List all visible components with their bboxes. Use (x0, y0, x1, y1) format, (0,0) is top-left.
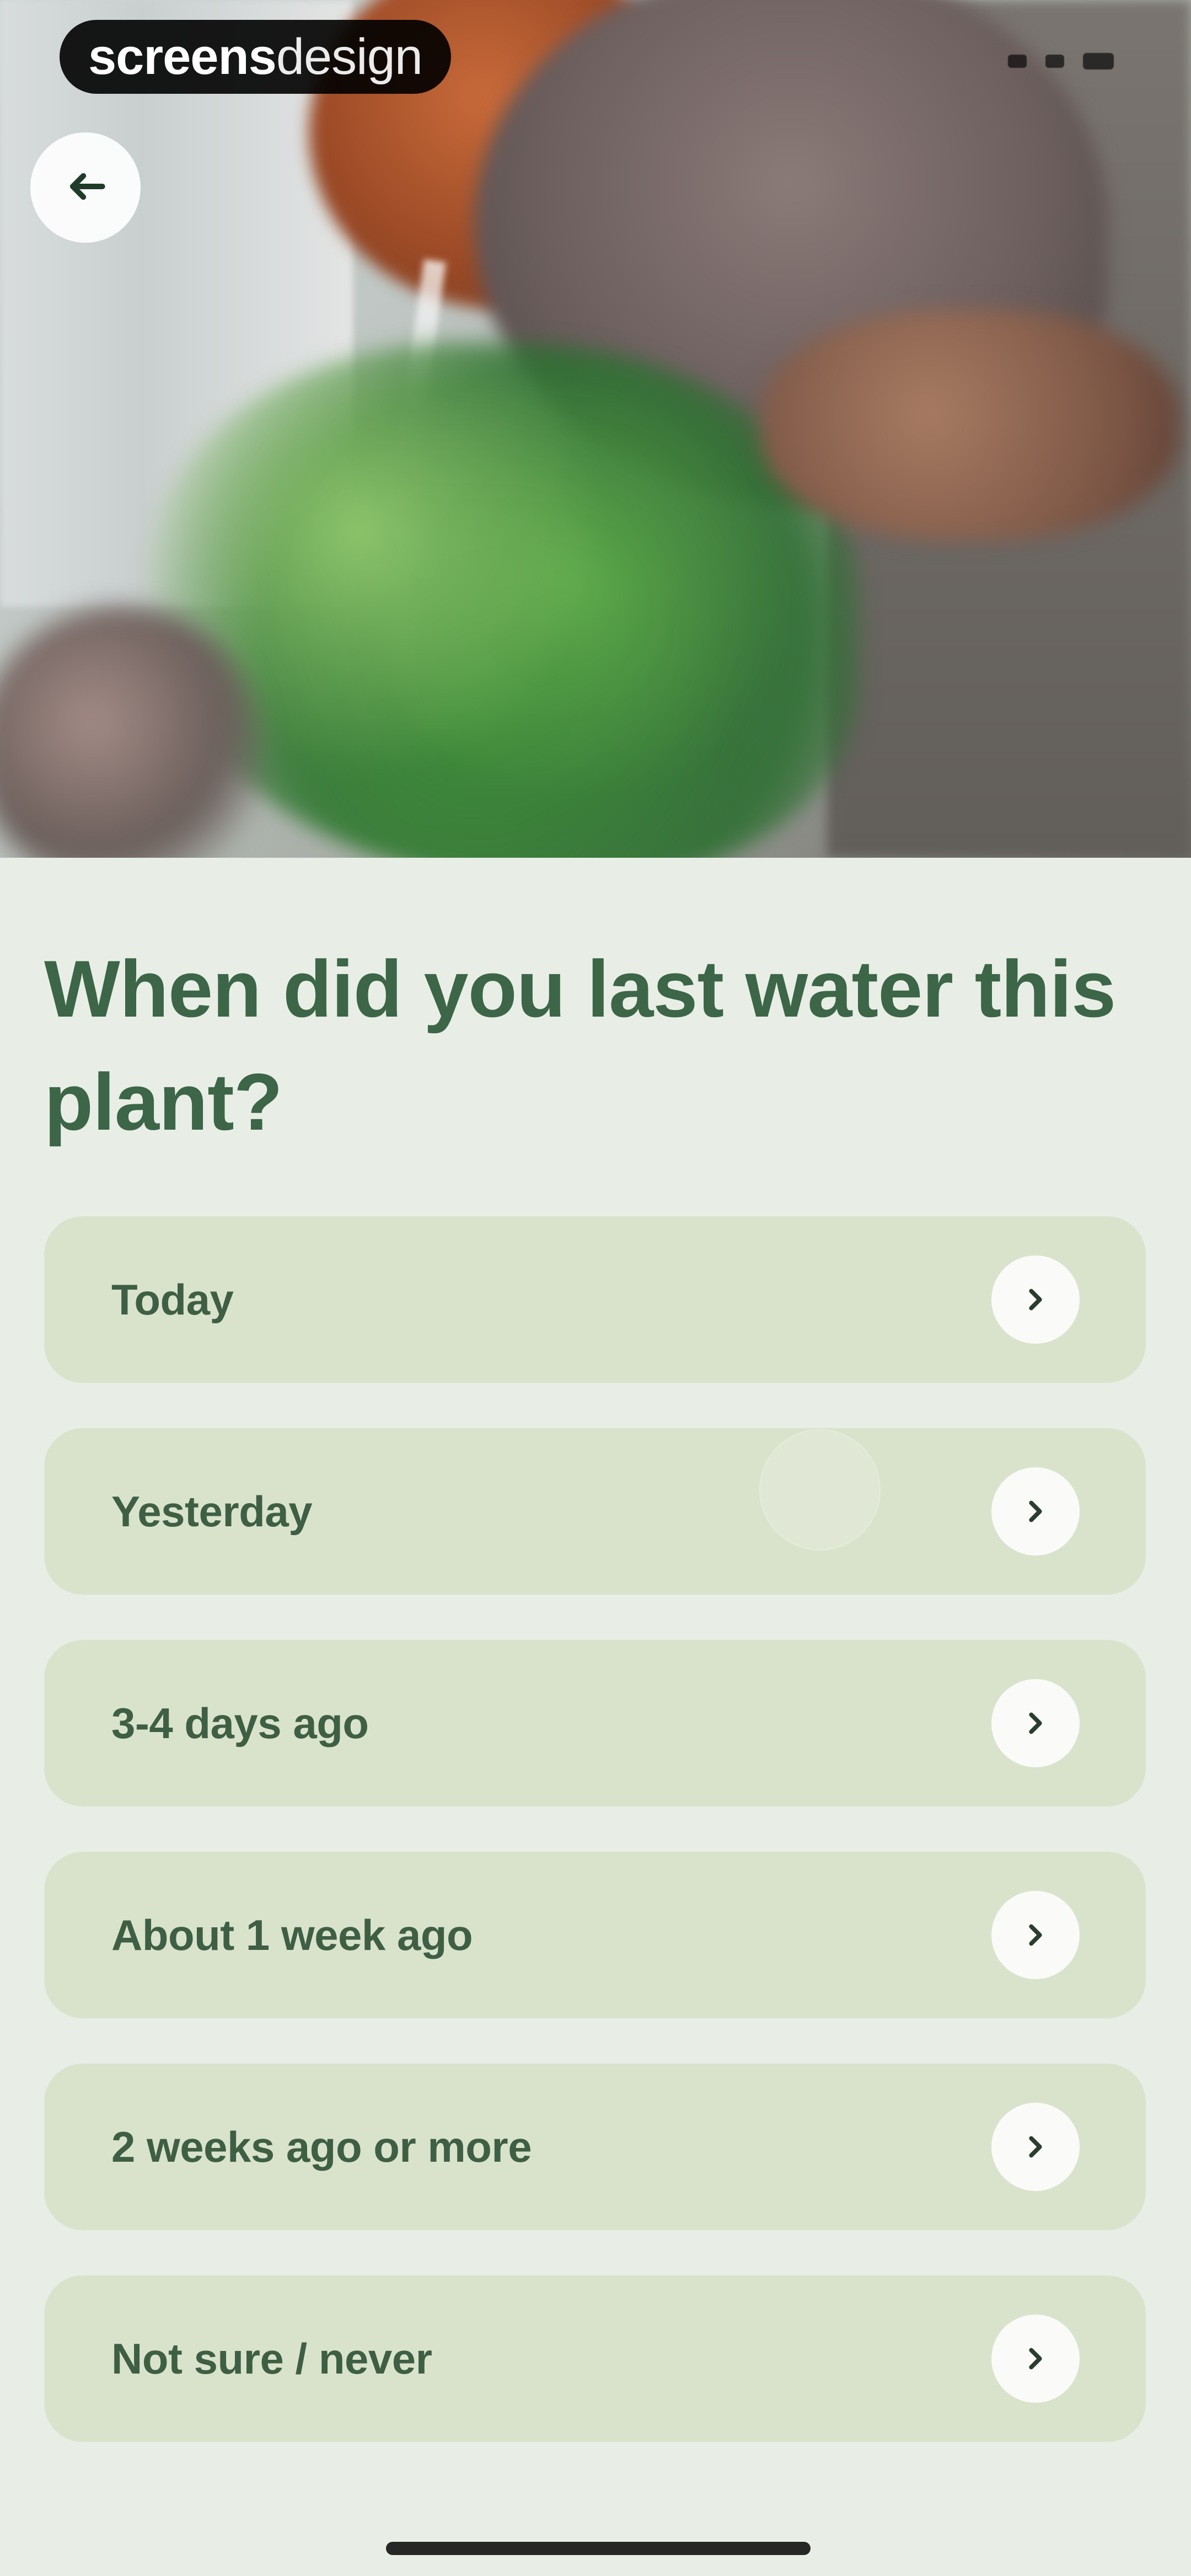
option-label: 2 weeks ago or more (111, 2122, 532, 2171)
arrow-left-icon (60, 161, 111, 215)
question-title: When did you last water this plant? (44, 944, 1116, 1147)
hand (761, 309, 1180, 541)
chevron-right-icon (991, 1679, 1080, 1767)
option-label: 3-4 days ago (111, 1698, 369, 1747)
home-indicator[interactable] (386, 2542, 811, 2555)
option-today[interactable]: Today (44, 1216, 1146, 1383)
watermark-light: design (276, 28, 423, 85)
battery-icon (1083, 53, 1114, 70)
chevron-right-icon (991, 1467, 1080, 1556)
option-label: Today (111, 1275, 234, 1324)
option-yesterday[interactable]: Yesterday (44, 1428, 1146, 1595)
option-label: Not sure / never (111, 2334, 432, 2383)
chevron-right-icon (991, 1255, 1080, 1344)
option-about-1-week[interactable]: About 1 week ago (44, 1852, 1146, 2018)
wifi-icon (1045, 55, 1064, 68)
screensdesign-watermark: screensdesign (60, 20, 451, 94)
status-bar-icons (1008, 53, 1114, 70)
hero-image (0, 0, 1191, 858)
watermark-text: screensdesign (88, 28, 423, 86)
cellular-icon (1008, 55, 1027, 68)
chevron-right-icon (991, 2103, 1080, 2191)
back-button[interactable] (30, 132, 141, 243)
options-list: Today Yesterday 3-4 days ago About 1 wee… (44, 1216, 1146, 2442)
option-not-sure-never[interactable]: Not sure / never (44, 2275, 1146, 2442)
option-label: About 1 week ago (111, 1910, 473, 1959)
watermark-bold: screens (88, 28, 277, 85)
chevron-right-icon (991, 1891, 1080, 1979)
option-label: Yesterday (111, 1487, 313, 1536)
option-2-weeks-or-more[interactable]: 2 weeks ago or more (44, 2064, 1146, 2230)
option-3-4-days[interactable]: 3-4 days ago (44, 1640, 1146, 1807)
chevron-right-icon (991, 2315, 1080, 2403)
touch-indicator (759, 1429, 881, 1551)
